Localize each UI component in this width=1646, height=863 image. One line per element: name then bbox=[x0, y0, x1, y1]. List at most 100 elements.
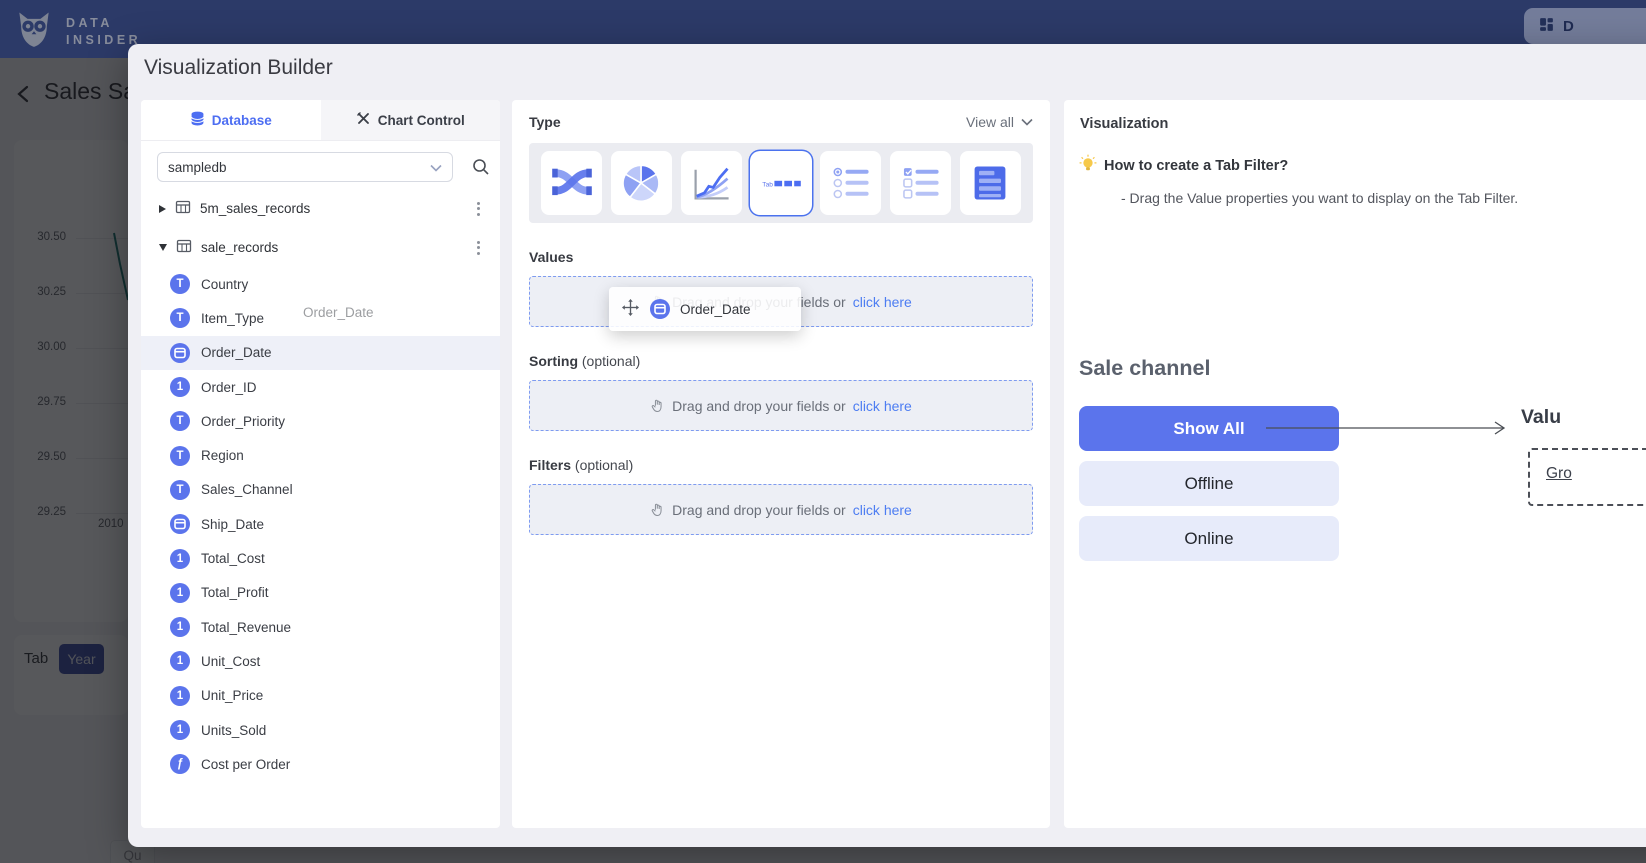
tip-title: How to create a Tab Filter? bbox=[1104, 158, 1288, 174]
move-icon bbox=[621, 298, 640, 320]
field-name: Total_Revenue bbox=[201, 620, 291, 635]
field-type-date-icon bbox=[170, 514, 190, 534]
field-type-text-icon: T bbox=[170, 274, 190, 294]
field-name: Total_Cost bbox=[201, 551, 265, 566]
field-type-number-icon: 1 bbox=[170, 651, 190, 671]
field-type-number-icon: 1 bbox=[170, 377, 190, 397]
sorting-section-label: Sorting (optional) bbox=[529, 353, 1033, 369]
field-type-text-icon: T bbox=[170, 411, 190, 431]
drag-hand-icon bbox=[650, 502, 665, 517]
field-name: Item_Type bbox=[201, 311, 264, 326]
field-name: Unit_Cost bbox=[201, 654, 260, 669]
table-icon bbox=[175, 199, 191, 218]
row-menu-icon[interactable] bbox=[473, 198, 484, 220]
dashboard-icon bbox=[1538, 16, 1555, 37]
chevron-down-icon bbox=[1021, 118, 1033, 126]
field-row[interactable]: 1Units_Sold bbox=[141, 713, 500, 747]
field-name: Unit_Price bbox=[201, 688, 263, 703]
row-menu-icon[interactable] bbox=[473, 237, 484, 259]
chart-type-strip: Tab bbox=[529, 143, 1033, 223]
field-type-number-icon: 1 bbox=[170, 549, 190, 569]
dashboard-button-label: D bbox=[1563, 18, 1574, 35]
field-row[interactable]: T Region bbox=[141, 438, 500, 472]
field-name: Total_Profit bbox=[201, 585, 269, 600]
modal-title: Visualization Builder bbox=[144, 56, 333, 80]
owl-logo-icon bbox=[12, 7, 56, 56]
annotation-value-label: Valu bbox=[1521, 406, 1561, 429]
field-row[interactable]: TOrder_Priority bbox=[141, 404, 500, 438]
preview-option-online[interactable]: Online bbox=[1079, 516, 1339, 561]
annotation-arrow bbox=[1264, 418, 1514, 438]
chart-type-table[interactable] bbox=[960, 151, 1021, 215]
chart-type-checkbox-list[interactable] bbox=[890, 151, 951, 215]
field-row[interactable]: Ship_Date bbox=[141, 507, 500, 541]
chart-type-line[interactable] bbox=[681, 151, 742, 215]
dashboard-button[interactable]: D bbox=[1524, 8, 1646, 44]
dropzone-click-here-link[interactable]: click here bbox=[853, 502, 912, 518]
table-row[interactable]: 5m_sales_records bbox=[141, 189, 500, 228]
caret-right-icon[interactable] bbox=[159, 205, 166, 213]
chart-type-sankey[interactable] bbox=[541, 151, 602, 215]
database-select[interactable]: sampledb bbox=[157, 152, 453, 182]
preview-option-offline[interactable]: Offline bbox=[1079, 461, 1339, 506]
tab-chart-control[interactable]: Chart Control bbox=[321, 100, 501, 140]
builder-panel: Type View all Tab ValuesDrag and drop yo… bbox=[512, 100, 1050, 828]
field-row[interactable]: ƒ Cost per Order bbox=[141, 747, 500, 781]
field-type-text-icon: T bbox=[170, 480, 190, 500]
tab-database[interactable]: Database bbox=[141, 100, 321, 140]
table-icon bbox=[176, 238, 192, 257]
dragged-field-label: Order_Date bbox=[680, 302, 751, 317]
field-row[interactable]: T Sales_Channel bbox=[141, 473, 500, 507]
sorting-dropzone[interactable]: Drag and drop your fields or click here bbox=[529, 380, 1033, 431]
chart-type-pie[interactable] bbox=[611, 151, 672, 215]
drag-ghost-label: Order_Date bbox=[303, 305, 374, 320]
svg-text:Tab: Tab bbox=[762, 181, 773, 188]
dropzone-click-here-link[interactable]: click here bbox=[853, 294, 912, 310]
field-row[interactable]: Order_Date bbox=[141, 336, 500, 370]
view-all-button[interactable]: View all bbox=[966, 114, 1033, 130]
chart-type-tab-filter[interactable]: Tab bbox=[750, 151, 811, 215]
table-row[interactable]: sale_records bbox=[141, 228, 500, 267]
database-icon bbox=[190, 111, 205, 129]
field-row[interactable]: 1Total_Profit bbox=[141, 576, 500, 610]
view-all-label: View all bbox=[966, 114, 1014, 130]
field-row[interactable]: 1 Order_ID bbox=[141, 370, 500, 404]
annotation-group-box: Gro bbox=[1528, 448, 1646, 506]
chart-type-radio-list[interactable] bbox=[820, 151, 881, 215]
field-name: Cost per Order bbox=[201, 757, 290, 772]
field-type-date-icon bbox=[170, 343, 190, 363]
field-row[interactable]: 1 Total_Cost bbox=[141, 541, 500, 575]
field-type-text-icon: T bbox=[170, 446, 190, 466]
caret-down-icon[interactable] bbox=[159, 244, 167, 251]
dropzone-placeholder: Drag and drop your fields or bbox=[672, 398, 846, 414]
panel-tabs: Database Chart Control bbox=[141, 100, 500, 141]
annotation-group-link[interactable]: Gro bbox=[1546, 465, 1572, 483]
field-row[interactable]: T Country bbox=[141, 267, 500, 301]
search-icon[interactable] bbox=[471, 157, 491, 182]
tab-chart-control-label: Chart Control bbox=[378, 113, 465, 128]
field-type-function-icon: ƒ bbox=[170, 754, 190, 774]
field-name: Sales_Channel bbox=[201, 482, 293, 497]
tip-body: - Drag the Value properties you want to … bbox=[1121, 190, 1518, 206]
visualization-builder-modal: Visualization Builder Database bbox=[128, 44, 1646, 847]
brand: DATA INSIDER bbox=[12, 7, 141, 56]
schema-tree: 5m_sales_records sale_records T Country T… bbox=[141, 189, 500, 781]
field-name: Region bbox=[201, 448, 244, 463]
visualization-title: Visualization bbox=[1080, 116, 1168, 132]
filters-section-label: Filters (optional) bbox=[529, 457, 1033, 473]
field-type-text-icon: T bbox=[170, 308, 190, 328]
field-name: Order_ID bbox=[201, 380, 257, 395]
field-name: Country bbox=[201, 277, 248, 292]
field-type-icon-date bbox=[650, 299, 670, 319]
filters-dropzone[interactable]: Drag and drop your fields or click here bbox=[529, 484, 1033, 535]
preview-title: Sale channel bbox=[1079, 356, 1210, 381]
dragged-field-chip[interactable]: Order_Date bbox=[609, 287, 801, 331]
chevron-down-icon bbox=[430, 160, 442, 175]
field-row[interactable]: 1Total_Revenue bbox=[141, 610, 500, 644]
dropzone-click-here-link[interactable]: click here bbox=[853, 398, 912, 414]
field-row[interactable]: 1 Unit_Price bbox=[141, 679, 500, 713]
visualization-panel: Visualization How to create a Tab Filter… bbox=[1064, 100, 1646, 828]
field-type-number-icon: 1 bbox=[170, 686, 190, 706]
table-name: sale_records bbox=[201, 240, 278, 255]
field-row[interactable]: 1 Unit_Cost bbox=[141, 644, 500, 678]
